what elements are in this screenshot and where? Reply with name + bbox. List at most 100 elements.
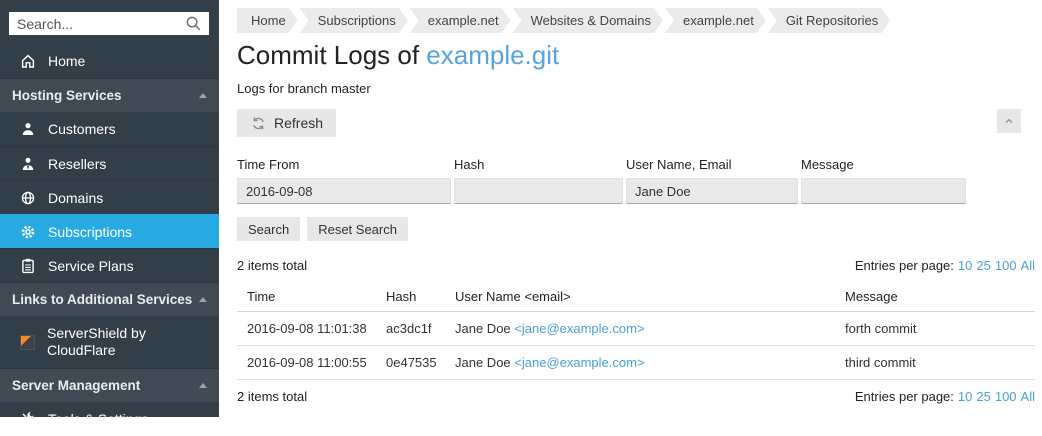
message-label: Message [801, 157, 966, 172]
col-header-hash: Hash [376, 282, 445, 311]
search-button[interactable]: Search [237, 217, 300, 241]
collapse-caret-icon [199, 297, 207, 302]
sidebar-header-label: Server Management [12, 378, 140, 393]
user-email-link[interactable]: <jane@example.com> [514, 321, 644, 336]
sidebar-header-links-additional-services[interactable]: Links to Additional Services [0, 282, 219, 316]
search-icon[interactable] [185, 15, 202, 32]
sidebar: Home Hosting Services Customers Reseller… [0, 0, 219, 417]
page-size-25[interactable]: 25 [976, 258, 990, 273]
search-input[interactable] [9, 12, 209, 35]
refresh-button[interactable]: Refresh [237, 109, 336, 137]
breadcrumb-git-repositories[interactable]: Git Repositories [768, 8, 890, 33]
toolbar: Refresh [237, 109, 1035, 137]
page-size-all[interactable]: All [1021, 258, 1035, 273]
breadcrumb-domain2[interactable]: example.net [665, 8, 766, 33]
sidebar-item-label: ServerShield by CloudFlare [47, 325, 197, 359]
page-size-all[interactable]: All [1021, 389, 1035, 404]
clipboard-icon [20, 258, 36, 274]
collapse-panel-button[interactable] [997, 109, 1021, 133]
user-name: Jane Doe [455, 355, 511, 370]
sidebar-item-subscriptions[interactable]: Subscriptions [0, 214, 219, 248]
sidebar-item-domains[interactable]: Domains [0, 180, 219, 214]
sidebar-header-label: Links to Additional Services [12, 292, 192, 307]
breadcrumb-subscriptions[interactable]: Subscriptions [300, 8, 408, 33]
entries-per-page-label: Entries per page: [855, 258, 954, 273]
sidebar-item-servershield[interactable]: ServerShield by CloudFlare [0, 316, 219, 368]
field-message: Message [801, 157, 966, 204]
items-total: 2 items total [237, 258, 307, 273]
page-title: Commit Logs of example.git [237, 40, 1035, 70]
main-content: Home Subscriptions example.net Websites … [219, 0, 1042, 417]
col-header-message: Message [835, 282, 1035, 311]
items-total: 2 items total [237, 389, 307, 404]
refresh-icon [250, 115, 266, 131]
breadcrumb-domain[interactable]: example.net [410, 8, 511, 33]
sidebar-header-server-management[interactable]: Server Management [0, 368, 219, 402]
entries-per-page: Entries per page: 10 25 100 All [855, 258, 1035, 273]
customer-icon [20, 121, 36, 137]
list-header-meta: 2 items total Entries per page: 10 25 10… [237, 258, 1035, 273]
user-name: Jane Doe [455, 321, 511, 336]
table-row: 2016-09-08 11:01:38 ac3dc1f Jane Doe <ja… [237, 312, 1035, 346]
field-time-from: Time From [237, 157, 451, 204]
breadcrumb-home[interactable]: Home [237, 8, 298, 33]
branch-subtitle: Logs for branch master [237, 81, 1035, 96]
commit-message: forth commit [835, 312, 1035, 345]
sidebar-item-service-plans[interactable]: Service Plans [0, 248, 219, 282]
entries-per-page: Entries per page: 10 25 100 All [855, 389, 1035, 404]
sidebar-item-label: Subscriptions [48, 224, 132, 240]
breadcrumb-websites-domains[interactable]: Websites & Domains [513, 8, 663, 33]
hash-input[interactable] [454, 178, 623, 204]
breadcrumb: Home Subscriptions example.net Websites … [237, 8, 1035, 33]
sidebar-item-label: Service Plans [48, 258, 134, 274]
table-row: 2016-09-08 11:00:55 0e47535 Jane Doe <ja… [237, 346, 1035, 380]
page-size-10[interactable]: 10 [958, 258, 972, 273]
user-label: User Name, Email [626, 157, 798, 172]
page-size-25[interactable]: 25 [976, 389, 990, 404]
collapse-caret-icon [199, 93, 207, 98]
filter-form: Time From Hash User Name, Email Message [237, 157, 1035, 204]
sidebar-item-customers[interactable]: Customers [0, 112, 219, 146]
tools-icon [20, 411, 36, 427]
field-hash: Hash [454, 157, 623, 204]
reset-search-button[interactable]: Reset Search [307, 217, 408, 241]
gear-icon [20, 224, 36, 240]
message-input[interactable] [801, 178, 966, 204]
commit-time: 2016-09-08 11:00:55 [237, 346, 376, 379]
col-header-user: User Name <email> [445, 282, 835, 311]
time-from-label: Time From [237, 157, 451, 172]
list-footer-meta: 2 items total Entries per page: 10 25 10… [237, 380, 1035, 404]
page-size-100[interactable]: 100 [995, 389, 1017, 404]
commit-user: Jane Doe <jane@example.com> [445, 346, 835, 379]
sidebar-item-tools-settings[interactable]: Tools & Settings [0, 402, 219, 436]
commit-table: Time Hash User Name <email> Message 2016… [237, 282, 1035, 380]
field-user: User Name, Email [626, 157, 798, 204]
reseller-icon [20, 156, 36, 172]
sidebar-item-label: Customers [48, 121, 116, 137]
chevron-up-icon [1003, 113, 1015, 129]
sidebar-search [0, 0, 219, 44]
sidebar-header-hosting-services[interactable]: Hosting Services [0, 78, 219, 112]
commit-user: Jane Doe <jane@example.com> [445, 312, 835, 345]
commit-time: 2016-09-08 11:01:38 [237, 312, 376, 345]
sidebar-item-resellers[interactable]: Resellers [0, 146, 219, 180]
commit-message: third commit [835, 346, 1035, 379]
sidebar-item-label: Tools & Settings [48, 411, 148, 427]
filter-actions: Search Reset Search [237, 217, 1035, 241]
page-size-10[interactable]: 10 [958, 389, 972, 404]
entries-per-page-label: Entries per page: [855, 389, 954, 404]
user-email-link[interactable]: <jane@example.com> [514, 355, 644, 370]
servershield-cloudflare-icon [20, 335, 35, 350]
user-input[interactable] [626, 178, 798, 204]
sidebar-item-label: Home [48, 53, 85, 69]
commit-hash: 0e47535 [376, 346, 445, 379]
page-size-100[interactable]: 100 [995, 258, 1017, 273]
globe-icon [20, 190, 36, 206]
sidebar-item-home[interactable]: Home [0, 44, 219, 78]
hash-label: Hash [454, 157, 623, 172]
sidebar-item-label: Domains [48, 190, 103, 206]
commit-hash: ac3dc1f [376, 312, 445, 345]
repo-name-link[interactable]: example.git [426, 40, 559, 70]
sidebar-item-label: Resellers [48, 156, 106, 172]
time-from-input[interactable] [237, 178, 451, 204]
